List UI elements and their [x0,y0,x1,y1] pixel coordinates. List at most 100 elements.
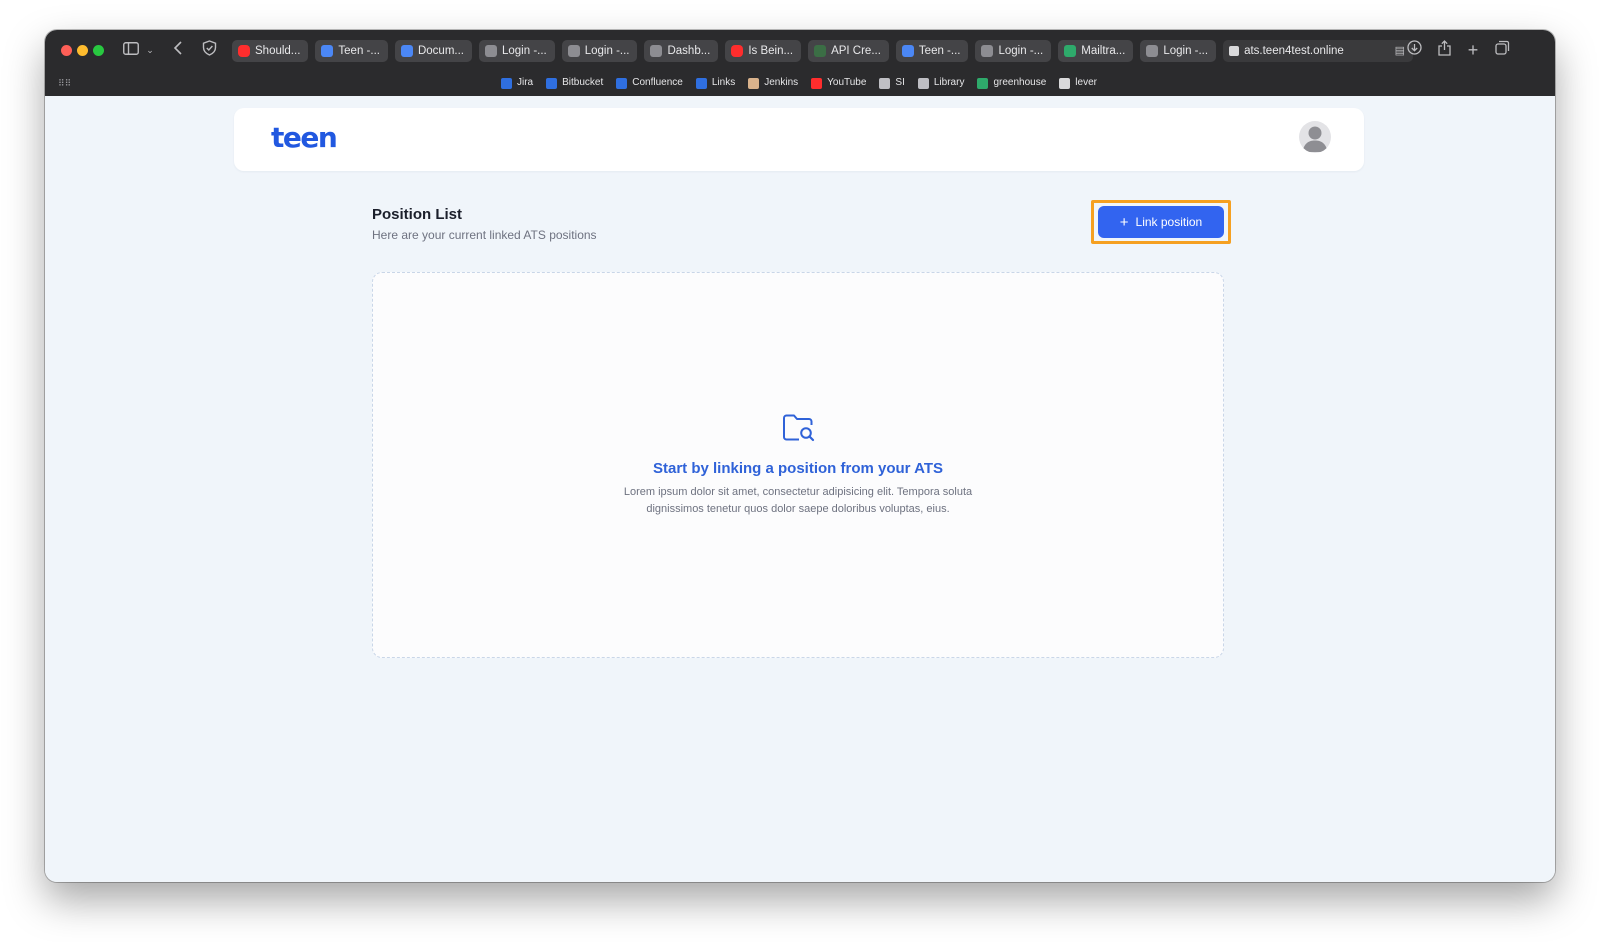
tab-label: API Cre... [831,45,881,57]
bookmark-label: Confluence [632,77,683,88]
tab[interactable]: Login -... [975,40,1052,62]
links-icon [695,77,707,89]
tab[interactable]: Mailtra... [1058,40,1134,62]
tab[interactable]: Login -... [561,40,638,62]
lever-icon [1059,77,1071,89]
tab-label: Teen -... [918,45,961,57]
tab-label: Dashb... [667,45,711,57]
tab-label: Login -... [584,45,630,57]
tab[interactable]: API Cre... [808,40,889,62]
page-content: teen Position List Here are your current… [45,96,1555,882]
bookmark-si[interactable]: SI [879,76,905,90]
link-position-label: Link position [1135,215,1203,229]
bookmark-library[interactable]: Library [917,76,965,90]
greenhouse-icon [977,77,989,89]
tab[interactable]: Teen -... [895,40,969,62]
zoom-window-button[interactable] [93,45,104,56]
t-icon [981,45,994,57]
youtube-icon [731,45,744,57]
link-position-highlight: + Link position [1091,200,1231,244]
confluence-icon [616,77,628,89]
t-icon [567,45,580,57]
tab[interactable]: Should... [232,40,309,62]
bookmark-lever[interactable]: lever [1059,76,1097,90]
youtube-icon [811,77,823,89]
site-icon [1229,46,1240,56]
bookmark-label: lever [1075,77,1097,88]
bookmark-bitbucket[interactable]: Bitbucket [546,76,603,90]
tab-label: Mailtra... [1081,45,1126,57]
tab[interactable]: Login -... [1140,40,1217,62]
library-icon [917,77,929,89]
reader-icon[interactable]: ▤ [1395,40,1405,62]
new-tab-plus-icon[interactable]: + [1464,40,1482,60]
bookmark-label: Jira [517,77,534,88]
bookmark-label: SI [895,77,905,88]
tab[interactable]: Dashb... [644,40,719,62]
bookmarks-bar: ⠿⠿ Jira Bitbucket Confluence Links Jenki… [45,70,1555,96]
jira-icon [501,77,512,89]
empty-state-text: Lorem ipsum dolor sit amet, consectetur … [623,486,973,515]
empty-state-title: Start by linking a position from your AT… [652,460,944,477]
doc-icon [321,45,334,57]
bookmark-label: Library [933,77,965,88]
bookmark-label: Links [711,77,736,88]
tab-strip: Should... Teen -... Docum... Login -... … [232,40,1414,62]
empty-state-card: Start by linking a position from your AT… [372,272,1224,658]
bookmark-jenkins[interactable]: Jenkins [748,76,798,90]
browser-chrome: ⌄ Should... Teen -... Docum... Login -..… [45,30,1555,96]
bitbucket-icon [546,77,558,89]
close-window-button[interactable] [61,45,72,56]
minimize-window-button[interactable] [77,45,88,56]
t-icon [1146,45,1159,57]
tab-label: ats.teen4test.online [1244,45,1344,57]
doc-icon [400,45,413,57]
bookmark-greenhouse[interactable]: greenhouse [977,76,1046,90]
jenkins-icon [748,77,760,89]
mail-icon [1064,45,1077,57]
t-icon [484,45,497,57]
link-position-button[interactable]: + Link position [1098,206,1224,238]
sidebar-toggle-icon[interactable] [121,40,141,60]
tab-active[interactable]: ats.teen4test.online ▤ [1223,40,1414,62]
page-title: Position List [372,206,462,223]
bookmark-confluence[interactable]: Confluence [616,76,683,90]
tab[interactable]: Docum... [394,40,472,62]
bookmark-jira[interactable]: Jira [501,76,533,90]
bookmark-label: Bitbucket [562,77,604,88]
doc-icon [901,45,914,57]
bookmark-label: Jenkins [764,77,799,88]
youtube-icon [238,45,250,57]
user-avatar-icon[interactable] [1299,121,1331,153]
apps-grid-icon[interactable]: ⠿⠿ [58,79,71,88]
back-arrow-icon[interactable] [170,40,186,60]
tab-label: Teen -... [338,45,380,57]
tab[interactable]: Login -... [478,40,555,62]
download-icon[interactable] [1405,40,1423,60]
folder-search-icon [782,413,816,443]
tab-label: Should... [255,45,301,57]
tab-label: Docum... [417,45,464,57]
tab-label: Login -... [501,45,547,57]
browser-toolbar: ⌄ Should... Teen -... Docum... Login -..… [45,30,1555,70]
tab[interactable]: Teen -... [315,40,388,62]
tab-label: Login -... [998,45,1044,57]
page-subtitle: Here are your current linked ATS positio… [372,228,597,242]
bookmark-youtube[interactable]: YouTube [811,76,866,90]
t-icon [650,45,663,57]
shield-icon[interactable] [200,40,218,60]
api-icon [814,45,827,57]
bookmark-list: Jira Bitbucket Confluence Links Jenkins … [501,76,1097,90]
bookmark-links[interactable]: Links [695,76,736,90]
bookmark-label: YouTube [827,77,867,88]
tab-label: Login -... [1163,45,1209,57]
share-icon[interactable] [1435,40,1453,60]
chevron-down-icon[interactable]: ⌄ [144,40,156,60]
app-header: teen [234,108,1364,171]
tab-label: Is Bein... [748,45,794,57]
teen-logo[interactable]: teen [271,121,338,154]
tab-overview-icon[interactable] [1493,40,1511,60]
plus-icon: + [1119,213,1129,231]
browser-window: ⌄ Should... Teen -... Docum... Login -..… [45,30,1555,882]
tab[interactable]: Is Bein... [725,40,802,62]
